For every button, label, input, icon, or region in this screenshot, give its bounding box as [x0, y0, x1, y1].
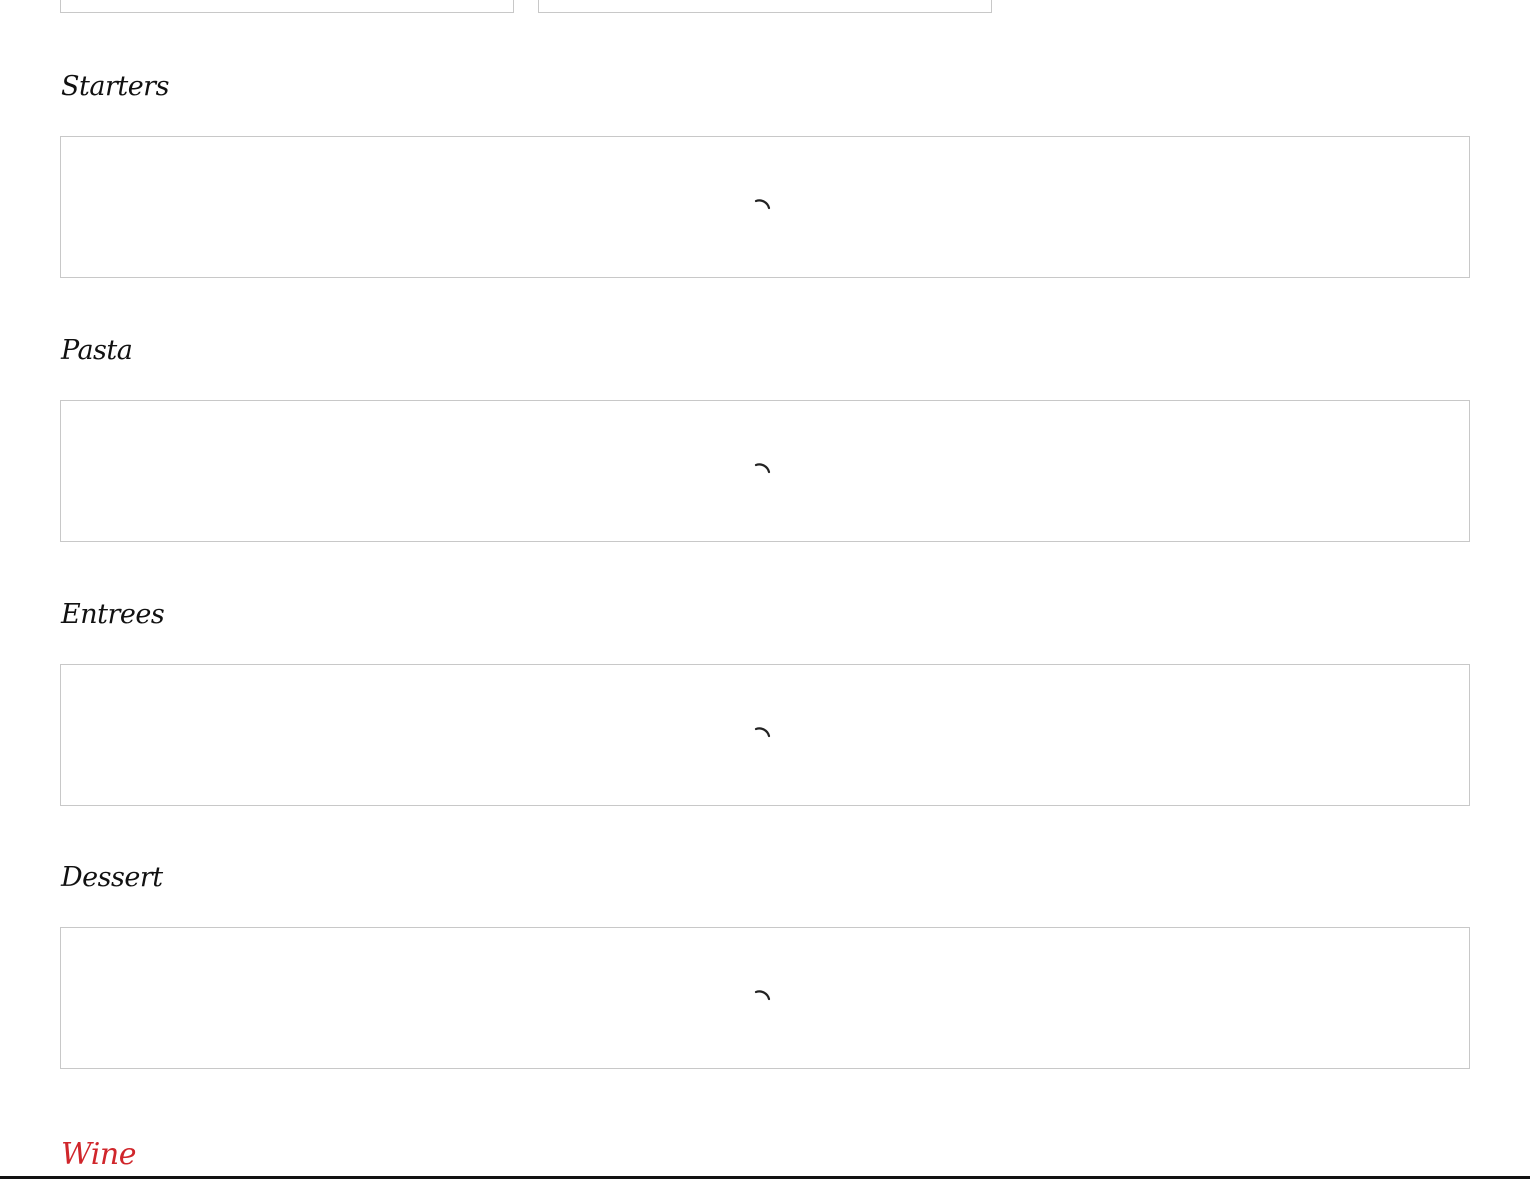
- entrees-menu-panel: [60, 664, 1470, 806]
- loading-spinner-icon: [752, 194, 778, 220]
- top-panel-left: [60, 0, 514, 13]
- section-heading-starters: Starters: [61, 71, 169, 102]
- loading-spinner-icon: [752, 722, 778, 748]
- section-heading-pasta: Pasta: [61, 335, 133, 366]
- pasta-menu-panel: [60, 400, 1470, 542]
- section-heading-entrees: Entrees: [61, 599, 165, 630]
- dessert-menu-panel: [60, 927, 1470, 1069]
- loading-spinner-icon: [752, 985, 778, 1011]
- section-heading-wine: Wine: [61, 1137, 136, 1172]
- top-panel-right: [538, 0, 992, 13]
- loading-spinner-icon: [752, 458, 778, 484]
- starters-menu-panel: [60, 136, 1470, 278]
- section-heading-dessert: Dessert: [61, 862, 163, 893]
